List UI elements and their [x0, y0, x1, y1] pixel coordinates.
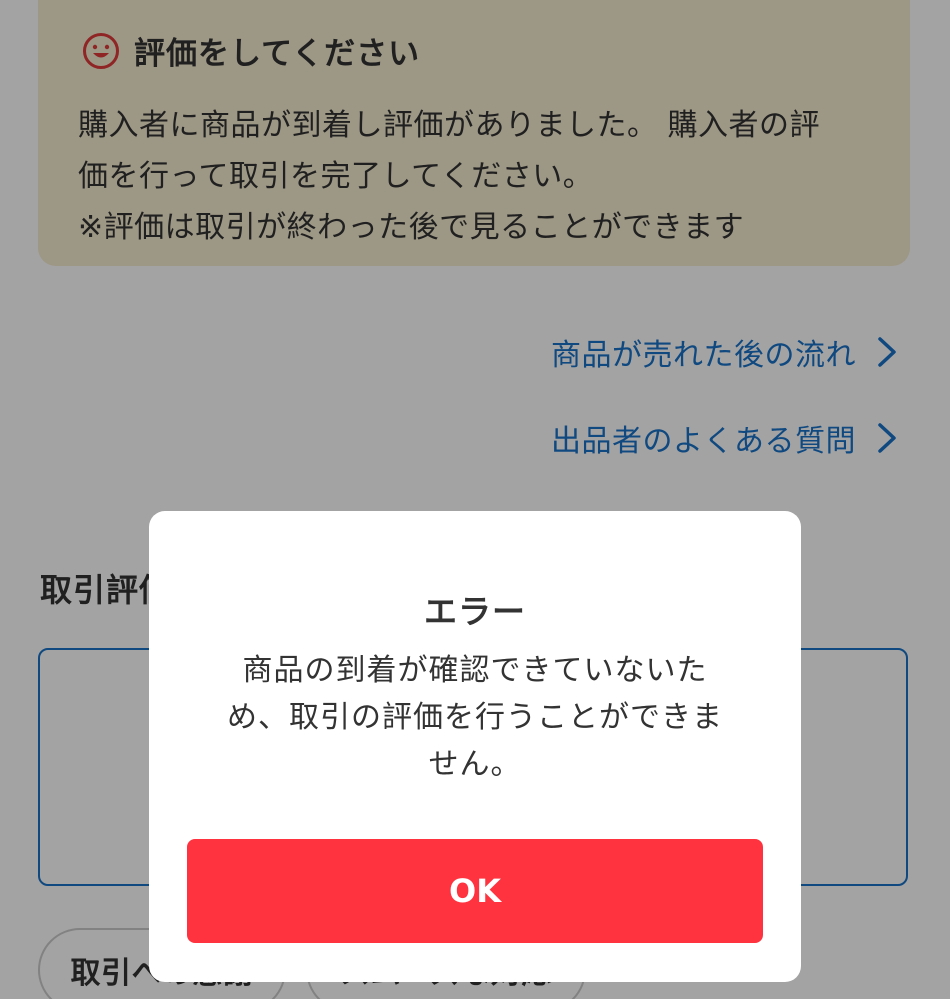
dialog-message-line: め、取引の評価を行うことができま [227, 700, 723, 735]
dialog-message-line: 商品の到着が確認できていないた [242, 653, 708, 688]
error-dialog: エラー 商品の到着が確認できていないた め、取引の評価を行うことができま せん。… [149, 511, 801, 982]
dialog-title: エラー [424, 592, 526, 631]
ok-button[interactable]: OK [187, 839, 763, 943]
dialog-message-line: せん。 [428, 747, 522, 782]
transaction-page: 評価をしてください 購入者に商品が到着し評価がありました。 購入者の評 価を行っ… [0, 0, 950, 999]
dialog-message: 商品の到着が確認できていないた め、取引の評価を行うことができま せん。 [205, 647, 745, 788]
